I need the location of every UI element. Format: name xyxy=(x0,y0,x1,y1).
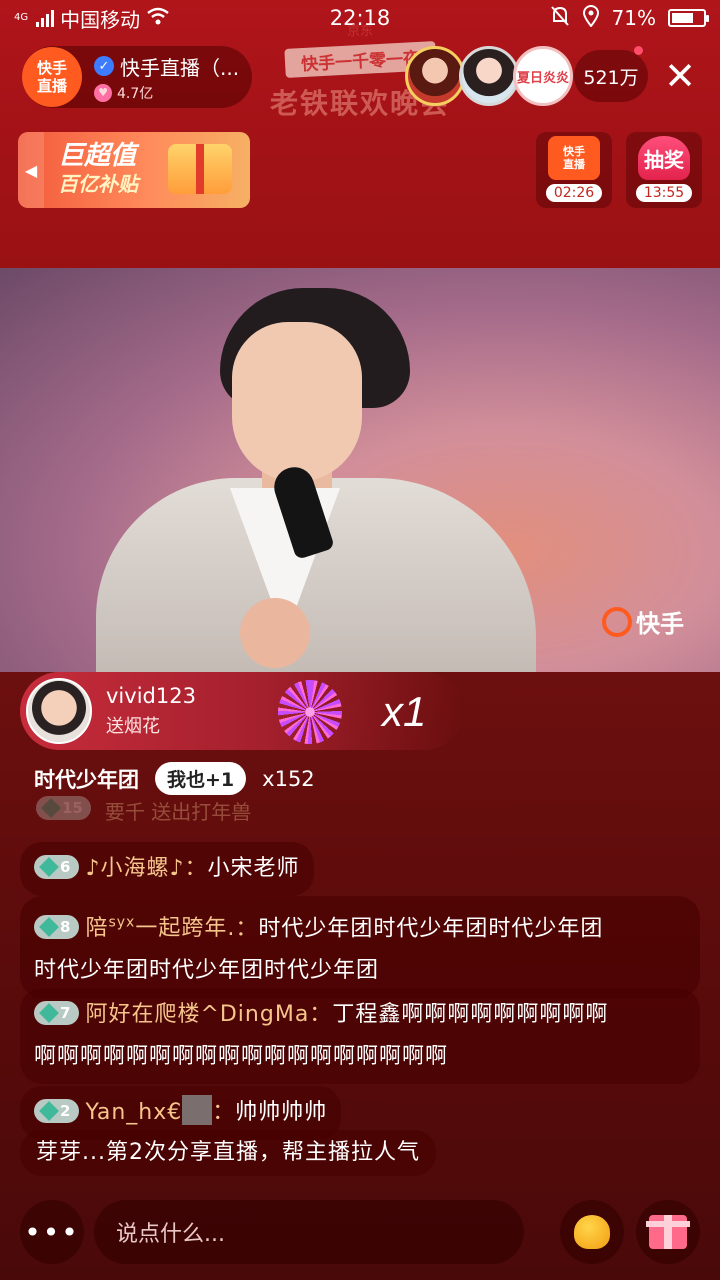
network-type: 4G xyxy=(14,12,29,23)
level-number: 6 xyxy=(60,858,72,876)
gift-box-icon xyxy=(646,1215,690,1249)
carrier-name: 中国移动 xyxy=(60,7,141,32)
faded-comment-text: 要千 送出打年兽 xyxy=(104,799,252,824)
host-logo-line2: 直播 xyxy=(36,77,67,95)
lottery-widget[interactable]: 抽奖 13:55 xyxy=(626,132,702,208)
signal-icon xyxy=(36,9,55,27)
gem-icon xyxy=(39,1101,59,1121)
level-badge: 15 xyxy=(36,796,91,820)
bell-button[interactable] xyxy=(560,1200,624,1264)
comment-text-line2: 时代少年团时代少年团时代少年团 xyxy=(34,958,380,984)
promo-line2: 百亿补贴 xyxy=(58,172,138,196)
viewer-avatar[interactable]: 夏日炎炎 xyxy=(513,46,573,106)
gift-notification[interactable]: vivid123 送烟花 x1 xyxy=(20,672,464,750)
verified-icon: ✓ xyxy=(94,56,114,76)
level-badge: 8 xyxy=(34,915,80,940)
live-widget-line2: 直播 xyxy=(563,158,585,171)
gift-button[interactable] xyxy=(636,1200,700,1264)
level-number: 15 xyxy=(62,799,83,817)
live-task-widget[interactable]: 快手 直播 02:26 xyxy=(536,132,612,208)
kuaishou-camera-icon xyxy=(602,606,632,637)
share-notice: 芽芽...第2次分享直播，帮主播拉人气 xyxy=(20,1130,436,1176)
comment-text: 丁程鑫啊啊啊啊啊啊啊啊啊 xyxy=(332,1002,609,1027)
lottery-icon: 抽奖 xyxy=(638,136,690,180)
gem-icon xyxy=(39,1003,59,1023)
chevron-left-icon[interactable]: ◀ xyxy=(18,132,44,208)
kuaishou-watermark: 快手 xyxy=(602,604,684,639)
video-performer-hand xyxy=(240,598,310,668)
viewer-count[interactable]: 521万 xyxy=(574,50,648,102)
comment-text: 小宋老师 xyxy=(207,856,300,881)
comment-text-line2: 啊啊啊啊啊啊啊啊啊啊啊啊啊啊啊啊啊啊 xyxy=(34,1044,449,1069)
level-badge: 6 xyxy=(34,855,80,879)
gifter-avatar[interactable] xyxy=(26,678,92,744)
comment-separator: ： xyxy=(235,916,259,942)
more-button[interactable]: ••• xyxy=(20,1200,84,1264)
host-logo-line1: 快手 xyxy=(36,59,67,77)
gem-icon xyxy=(39,857,59,877)
bell-icon xyxy=(574,1215,610,1249)
watermark-text: 快手 xyxy=(636,610,684,638)
close-button[interactable]: ✕ xyxy=(660,56,700,96)
group-count: x152 xyxy=(262,766,315,791)
gem-icon xyxy=(39,917,59,938)
video-performer-face xyxy=(232,322,362,482)
wifi-icon xyxy=(146,6,170,30)
comment-separator: ： xyxy=(184,856,208,881)
comment-item[interactable]: 7 阿好在爬楼^DingMa：丁程鑫啊啊啊啊啊啊啊啊啊啊啊啊啊啊啊啊啊啊啊啊啊啊啊… xyxy=(20,988,700,1084)
user-prefix: 陪 xyxy=(85,916,109,942)
comment-user[interactable]: ♪小海螺♪ xyxy=(85,856,184,881)
host-avatar[interactable]: 快手 直播 xyxy=(22,47,82,107)
subsidy-promo-banner[interactable]: ◀ 巨超值 百亿补贴 xyxy=(18,132,250,208)
promo-line1: 巨超值 xyxy=(58,141,137,171)
host-card[interactable]: 快手 直播 ✓ 快手直播（... ♥ 4.7亿 xyxy=(22,46,252,108)
comment-separator: ： xyxy=(309,1002,333,1027)
lottery-timer: 13:55 xyxy=(635,184,693,202)
level-badge: 7 xyxy=(34,1001,80,1025)
comment-user[interactable]: Yan_hx€ xyxy=(85,1100,182,1125)
user-suffix: 一起跨年. xyxy=(135,916,236,942)
comment-text: 时代少年团时代少年团时代少年团 xyxy=(258,916,604,942)
top-viewers[interactable]: 夏日炎炎 xyxy=(405,46,573,106)
notification-dot xyxy=(634,46,643,55)
faded-comment: 15 要千 送出打年兽 xyxy=(36,790,356,830)
viewer-avatar[interactable] xyxy=(459,46,519,106)
comment-input[interactable]: 说点什么... xyxy=(94,1200,524,1264)
gift-count: x1 xyxy=(382,688,427,735)
user-superscript: syx xyxy=(108,915,136,931)
event-sponsor: 京东 xyxy=(346,24,373,39)
comment-item[interactable]: 6 ♪小海螺♪：小宋老师 xyxy=(20,842,314,896)
gift-cart-icon xyxy=(168,144,232,194)
comment-item[interactable]: 8 陪syx一起跨年.：时代少年团时代少年团时代少年团 时代少年团时代少年团时代少年… xyxy=(20,896,700,999)
host-likes: 4.7亿 xyxy=(117,85,154,102)
comment-user[interactable]: 阿好在爬楼^DingMa xyxy=(85,1002,309,1027)
heart-icon: ♥ xyxy=(94,83,112,102)
comment-text: 帅帅帅帅 xyxy=(235,1100,328,1125)
gift-action: 送烟花 xyxy=(106,716,160,737)
viewer-avatar[interactable] xyxy=(405,46,465,106)
level-number: 8 xyxy=(60,918,72,937)
firework-gift-icon xyxy=(278,680,342,744)
viewer-avatar-label: 夏日炎炎 xyxy=(516,70,569,86)
comment-separator: ： xyxy=(212,1100,236,1125)
kuaishou-live-icon: 快手 直播 xyxy=(548,136,600,180)
gem-icon xyxy=(41,798,61,818)
live-widget-timer: 02:26 xyxy=(545,184,603,202)
host-name: 快手直播（... xyxy=(120,55,240,80)
me-too-label: 我也 xyxy=(167,769,206,791)
battery-percent: 71% xyxy=(611,6,656,30)
gifter-name: vivid123 xyxy=(106,684,196,708)
level-number: 2 xyxy=(60,1102,72,1120)
blurred-emoji xyxy=(182,1095,213,1125)
level-badge: 2 xyxy=(34,1099,80,1123)
group-name: 时代少年团 xyxy=(34,767,139,792)
comment-user[interactable]: 陪syx一起跨年. xyxy=(85,915,236,942)
battery-icon xyxy=(668,9,709,27)
level-number: 7 xyxy=(60,1004,72,1022)
me-too-plus: +1 xyxy=(205,769,235,791)
mute-bell-icon xyxy=(550,5,570,32)
live-video[interactable]: 快手 xyxy=(0,268,720,672)
live-widget-line1: 快手 xyxy=(563,145,585,158)
location-icon xyxy=(582,4,600,32)
